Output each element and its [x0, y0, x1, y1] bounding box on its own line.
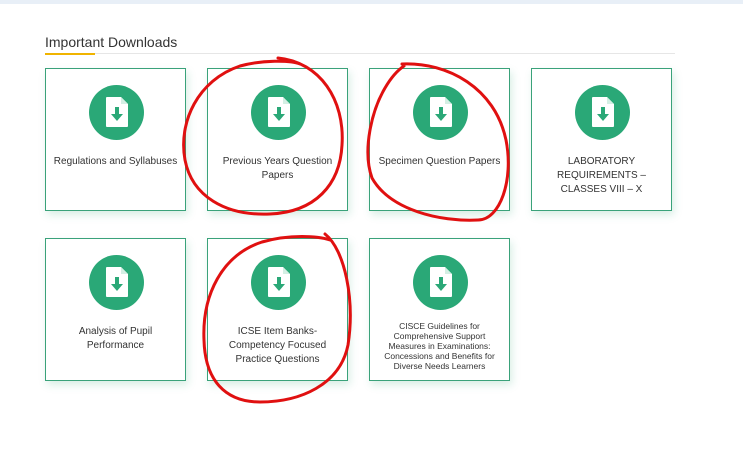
- file-download-icon: [413, 85, 468, 140]
- title-accent-underline: [45, 53, 95, 55]
- card-label: LABORATORY REQUIREMENTS – CLASSES VIII –…: [557, 156, 646, 195]
- download-card-previous-years[interactable]: Previous Years Question Papers: [207, 68, 348, 211]
- download-card-specimen[interactable]: Specimen Question Papers: [369, 68, 510, 211]
- download-card-analysis[interactable]: Analysis of Pupil Performance: [45, 238, 186, 381]
- title-divider: [45, 53, 675, 54]
- file-download-icon: [89, 255, 144, 310]
- card-label: Analysis of Pupil Performance: [78, 326, 153, 351]
- card-label: Specimen Question Papers: [378, 156, 501, 167]
- file-download-icon: [251, 85, 306, 140]
- download-card-regulations[interactable]: Regulations and Syllabuses: [45, 68, 186, 211]
- download-card-item-banks[interactable]: ICSE Item Banks- Competency Focused Prac…: [207, 238, 348, 381]
- file-download-icon: [89, 85, 144, 140]
- download-card-laboratory[interactable]: LABORATORY REQUIREMENTS – CLASSES VIII –…: [531, 68, 672, 211]
- section-title: Important Downloads: [45, 34, 178, 50]
- top-bar: [0, 0, 743, 4]
- card-label: ICSE Item Banks- Competency Focused Prac…: [228, 326, 327, 365]
- card-label: Previous Years Question Papers: [222, 156, 333, 181]
- file-download-icon: [575, 85, 630, 140]
- file-download-icon: [413, 255, 468, 310]
- file-download-icon: [251, 255, 306, 310]
- download-card-cisce-guidelines[interactable]: CISCE Guidelines for Comprehensive Suppo…: [369, 238, 510, 381]
- card-label: Regulations and Syllabuses: [53, 156, 178, 167]
- card-label: CISCE Guidelines for Comprehensive Suppo…: [384, 321, 495, 371]
